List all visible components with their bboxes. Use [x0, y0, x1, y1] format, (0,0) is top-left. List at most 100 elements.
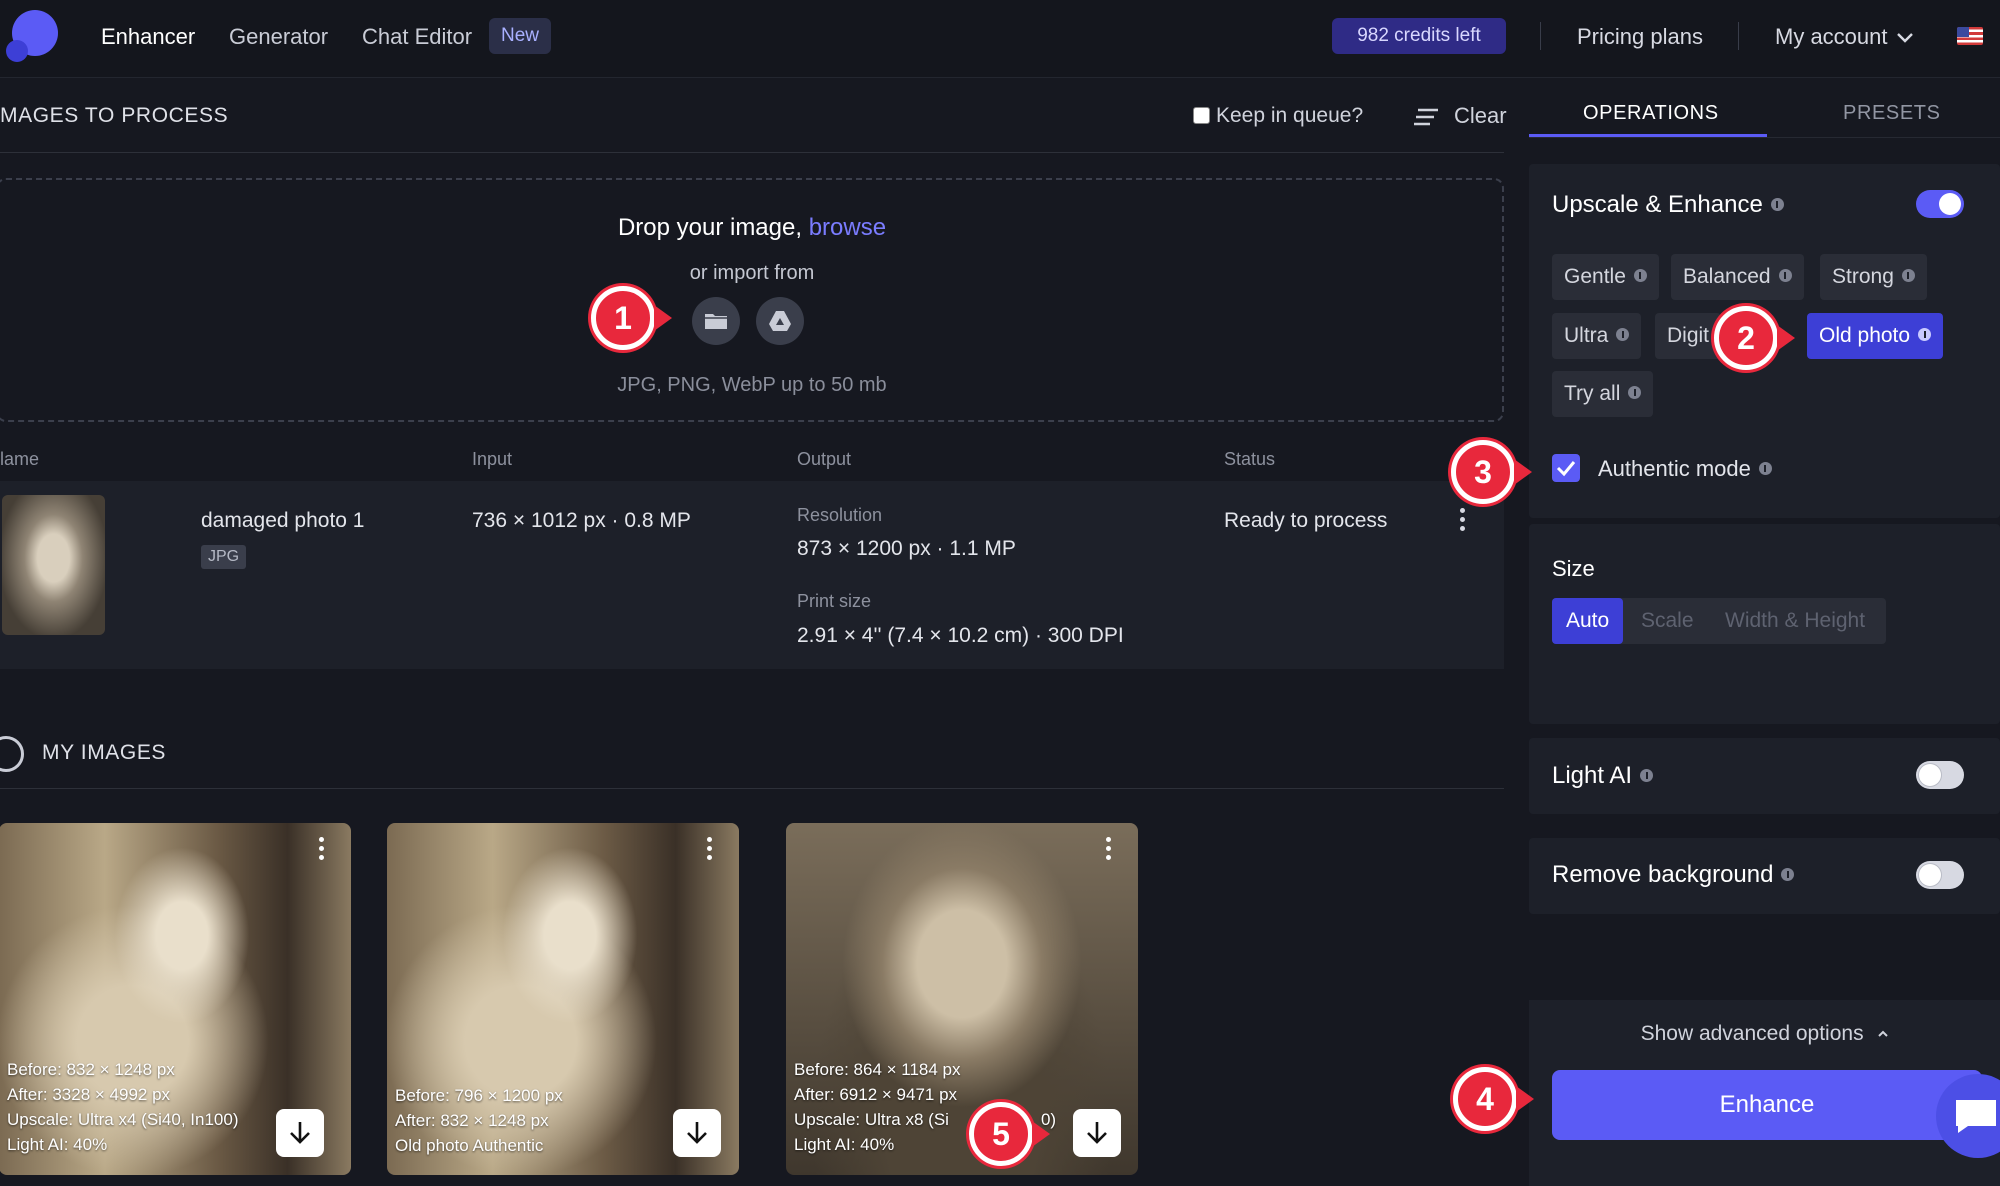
caption-line: Old photo Authentic: [395, 1136, 544, 1155]
import-folder-button[interactable]: [692, 297, 740, 345]
authentic-mode-checkbox[interactable]: [1552, 454, 1580, 482]
chip-label: Try all: [1564, 382, 1621, 405]
card-menu-icon[interactable]: [1106, 837, 1112, 864]
card-caption: Before: 832 × 1248 px After: 3328 × 4992…: [7, 1057, 239, 1157]
info-icon[interactable]: [1781, 868, 1795, 881]
my-account-menu[interactable]: My account: [1775, 24, 1914, 50]
chip-label: Old photo: [1819, 324, 1911, 347]
mode-chip-gentle[interactable]: Gentle: [1552, 254, 1659, 300]
download-icon: [1087, 1122, 1107, 1144]
resolution-label: Resolution: [797, 505, 883, 525]
mode-chip-strong[interactable]: Strong: [1820, 254, 1927, 300]
browse-link[interactable]: browse: [809, 214, 886, 241]
chip-label: Ultra: [1564, 324, 1609, 347]
info-icon[interactable]: [1640, 769, 1654, 782]
divider: [1738, 22, 1739, 50]
pricing-plans-link[interactable]: Pricing plans: [1577, 24, 1703, 50]
chip-label: Digit: [1667, 324, 1710, 347]
info-icon[interactable]: [1901, 269, 1915, 282]
size-option-width-height[interactable]: Width & Height: [1725, 598, 1865, 644]
chevron-up-icon: [1878, 1030, 1889, 1037]
remove-background-toggle[interactable]: [1916, 861, 1964, 889]
download-button[interactable]: [673, 1109, 721, 1157]
mode-chip-old-photo[interactable]: Old photo: [1807, 313, 1944, 359]
checkbox-box[interactable]: [1193, 107, 1210, 124]
annotation-marker-5: 5: [969, 1102, 1050, 1166]
info-icon[interactable]: [1778, 269, 1792, 282]
divider: [0, 788, 1504, 789]
import-from-text: or import from: [689, 262, 815, 284]
card-menu-icon[interactable]: [707, 837, 713, 864]
keep-in-queue-checkbox[interactable]: Keep in queue?: [1193, 104, 1363, 128]
remove-background-title: Remove background: [1552, 861, 1795, 889]
image-card[interactable]: Before: 864 × 1184 px After: 6912 × 9471…: [786, 823, 1138, 1175]
download-icon: [290, 1122, 310, 1144]
column-header-output: Output: [797, 449, 852, 469]
google-drive-icon: [769, 311, 791, 331]
nav-generator[interactable]: Generator: [229, 24, 328, 50]
download-button[interactable]: [276, 1109, 324, 1157]
info-icon[interactable]: [1616, 328, 1630, 341]
caption-line: After: 6912 × 9471 px: [794, 1085, 958, 1104]
image-card[interactable]: Before: 832 × 1248 px After: 3328 × 4992…: [0, 823, 351, 1175]
nav-chat-editor[interactable]: Chat Editor: [362, 24, 472, 50]
size-option-scale[interactable]: Scale: [1641, 598, 1694, 644]
table-row[interactable]: damaged photo 1 JPG 736 × 1012 px · 0.8 …: [0, 481, 1504, 669]
info-icon[interactable]: [1628, 386, 1642, 399]
flag-icon[interactable]: [1957, 27, 1983, 45]
drop-text: Drop your image,: [617, 214, 803, 241]
credits-badge[interactable]: 982 credits left: [1332, 18, 1506, 54]
clear-button[interactable]: Clear: [1414, 103, 1507, 129]
light-ai-toggle[interactable]: [1916, 761, 1964, 789]
mode-chip-balanced[interactable]: Balanced: [1671, 254, 1804, 300]
mode-chip-ultra[interactable]: Ultra: [1552, 313, 1642, 359]
info-icon[interactable]: [1770, 198, 1784, 211]
print-size-label: Print size: [797, 591, 872, 611]
card-menu-icon[interactable]: [319, 837, 325, 864]
my-account-label: My account: [1775, 24, 1888, 49]
caption-line: After: 3328 × 4992 px: [7, 1085, 171, 1104]
image-thumbnail[interactable]: [2, 495, 105, 635]
card-caption: Before: 796 × 1200 px After: 832 × 1248 …: [395, 1083, 563, 1158]
mode-chip-try-all[interactable]: Try all: [1552, 371, 1654, 417]
mode-chip-digital[interactable]: Digit: [1655, 313, 1722, 359]
upscale-enhance-title: Upscale & Enhance: [1552, 191, 1784, 219]
advanced-label: Show advanced options: [1640, 1022, 1864, 1045]
clear-list-icon: [1414, 108, 1438, 126]
image-card[interactable]: Before: 796 × 1200 px After: 832 × 1248 …: [387, 823, 739, 1175]
enhance-button[interactable]: Enhance: [1552, 1070, 1982, 1140]
print-size: 2.91 × 4'' (7.4 × 10.2 cm) · 300 DPI: [797, 624, 1124, 647]
caption-line: Before: 864 × 1184 px: [794, 1060, 961, 1079]
show-advanced-options-button[interactable]: Show advanced options: [1529, 1022, 2000, 1046]
caption-text: Upscale: Ultra x8 (Si: [794, 1110, 949, 1129]
annotation-marker-3: 3: [1451, 440, 1532, 504]
chip-label: Gentle: [1564, 265, 1626, 288]
light-ai-title: Light AI: [1552, 762, 1654, 790]
divider: [1540, 22, 1541, 50]
upscale-enhance-toggle[interactable]: [1916, 190, 1964, 218]
annotation-marker-4: 4: [1453, 1067, 1534, 1131]
my-images-toggle-icon[interactable]: [0, 736, 24, 772]
size-option-auto[interactable]: Auto: [1552, 598, 1624, 644]
app-logo[interactable]: [6, 10, 58, 62]
row-menu-icon[interactable]: [1460, 508, 1466, 535]
input-size: 736 × 1012 px · 0.8 MP: [472, 509, 691, 532]
tab-operations[interactable]: OPERATIONS: [1583, 102, 1719, 125]
import-google-drive-button[interactable]: [756, 297, 804, 345]
annotation-marker-1: 1: [591, 286, 672, 350]
new-badge: New: [489, 18, 552, 54]
caption-line: Before: 832 × 1248 px: [7, 1060, 175, 1079]
column-header-input: Input: [472, 449, 513, 469]
info-icon[interactable]: [1918, 328, 1932, 341]
tab-presets[interactable]: PRESETS: [1843, 102, 1941, 125]
accepted-file-types: JPG, PNG, WebP up to 50 mb: [617, 374, 887, 396]
download-button[interactable]: [1073, 1109, 1121, 1157]
file-name: damaged photo 1: [201, 509, 365, 532]
status-text: Ready to process: [1224, 509, 1388, 532]
top-bar: Enhancer Generator Chat Editor New 982 c…: [0, 0, 2000, 78]
nav-enhancer[interactable]: Enhancer: [101, 24, 195, 50]
image-dropzone[interactable]: Drop your image, browse or import from J…: [0, 178, 1504, 422]
info-icon[interactable]: [1633, 269, 1647, 282]
images-to-process-title: MAGES TO PROCESS: [0, 104, 229, 127]
info-icon[interactable]: [1758, 462, 1772, 475]
